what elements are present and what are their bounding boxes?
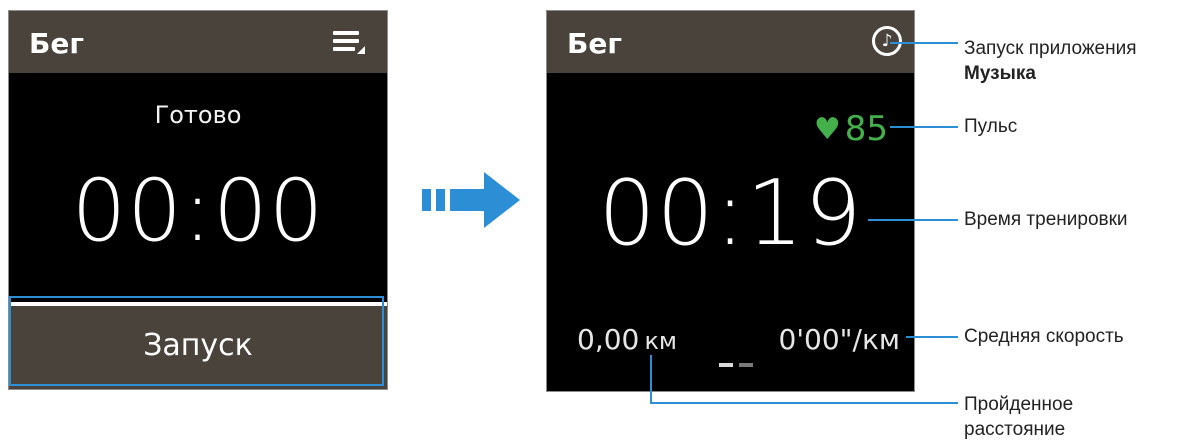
- page-indicator: [719, 363, 759, 367]
- music-note-icon[interactable]: ♪: [872, 26, 902, 56]
- callout-distance-line2: расстояние: [964, 419, 1066, 440]
- heart-icon: ♥: [813, 111, 841, 147]
- status-text: Готово: [154, 101, 242, 129]
- workout-screen: Бег ♪ ♥ 85 00:19 0,00 км 0'00"/км: [546, 10, 915, 392]
- speed-stat: 0'00"/км: [779, 323, 901, 356]
- callout-time: Время тренировки: [964, 209, 1128, 230]
- callout-music-line2: Музыка: [964, 63, 1036, 84]
- callout-line-music: [890, 42, 958, 44]
- timer-display: 00:00: [71, 161, 325, 261]
- start-button-highlight: [9, 296, 384, 386]
- callout-line-distance-h: [650, 402, 958, 404]
- screen-title: Бег: [567, 27, 622, 60]
- callout-line-time: [868, 219, 958, 221]
- callout-pulse: Пульс: [964, 116, 1018, 137]
- header-bar: Бег: [9, 11, 387, 73]
- callout-line-speed: [906, 336, 958, 338]
- pulse-value: 85: [844, 109, 888, 149]
- callout-music: Запуск приложения Музыка: [964, 36, 1137, 86]
- distance-value: 0,00: [577, 323, 640, 356]
- distance-stat: 0,00 км: [577, 323, 677, 356]
- callout-line-pulse: [890, 126, 958, 128]
- speed-value: 0'00"/км: [778, 323, 901, 356]
- screen-title: Бег: [29, 27, 84, 60]
- header-bar: Бег ♪: [547, 11, 914, 73]
- page-dot: [739, 363, 753, 367]
- callout-music-line1: Запуск приложения: [964, 38, 1137, 59]
- pulse-indicator: ♥ 85: [814, 109, 888, 149]
- callout-distance: Пройденное расстояние: [964, 392, 1073, 442]
- distance-unit: км: [644, 327, 678, 355]
- callout-line-distance-v: [650, 355, 652, 403]
- arrow-right-icon: [422, 172, 520, 228]
- page-dot-active: [719, 363, 733, 367]
- callout-distance-line1: Пройденное: [964, 394, 1074, 415]
- workout-timer: 00:19: [598, 161, 863, 266]
- menu-icon[interactable]: [333, 31, 367, 59]
- callout-speed: Средняя скорость: [964, 326, 1124, 347]
